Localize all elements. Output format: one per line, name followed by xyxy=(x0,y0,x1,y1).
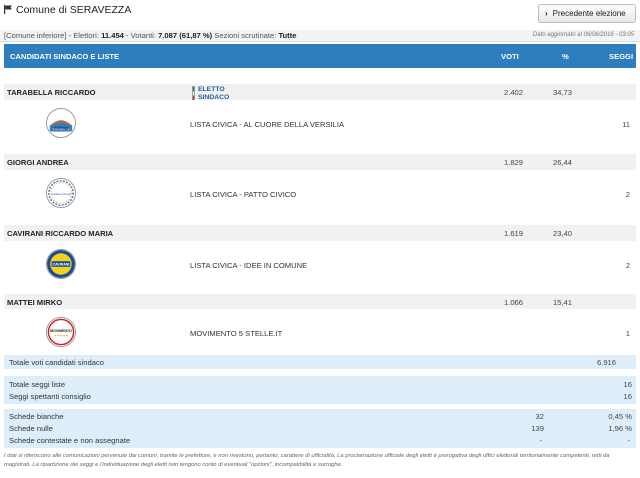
col-pct: % xyxy=(562,52,569,61)
voters-percent: (61,87 %) xyxy=(179,31,213,40)
candidate-row: TARABELLA RICCARDO ELETTO SINDACO 2.402 3… xyxy=(4,84,636,101)
col-votes: VOTI xyxy=(501,52,519,61)
update-timestamp: Dato aggiornato al 06/06/2016 - 03:05 xyxy=(532,32,634,38)
candidate-name: MATTEI MIRKO xyxy=(7,298,63,307)
page-title: Comune di SERAVEZZA xyxy=(16,4,132,16)
list-row: MOVIMENTO ★★★★★ MOVIMENTO 5 STELLE.IT 1 xyxy=(4,309,636,357)
candidate-row: CAVIRANI RICCARDO MARIA 1.619 23,40 xyxy=(4,225,636,242)
total-votes-label: Totale voti candidati sindaco xyxy=(9,358,104,367)
info-prefix: [Comune inferiore] - Elettori: xyxy=(4,31,102,40)
svg-text:★★★★★: ★★★★★ xyxy=(54,334,69,338)
list-name: LISTA CIVICA - AL CUORE DELLA VERSILIA xyxy=(190,120,345,129)
seats-totals-box: Totale seggi liste 16 Seggi spettanti co… xyxy=(4,376,636,404)
voters-label: - Votanti: xyxy=(123,31,159,40)
previous-election-button[interactable]: › Precedente elezione xyxy=(538,4,636,23)
italian-flag-icon xyxy=(192,86,195,101)
list-logo-text: Andrea Giorgi xyxy=(51,192,71,196)
list-logo-text: MOVIMENTO xyxy=(50,329,72,333)
list-row: CAVIRANI LISTA CIVICA - IDEE IN COMUNE 2 xyxy=(4,241,636,289)
list-name: MOVIMENTO 5 STELLE.IT xyxy=(190,329,283,338)
list-logo-text: TARABELLA xyxy=(53,127,70,131)
list-logo-text: CAVIRANI xyxy=(53,262,70,266)
blank-ballots-label: Schede bianche xyxy=(9,412,64,421)
ballots-box: Schede bianche 32 0,45 % Schede nulle 13… xyxy=(4,409,636,448)
flag-icon xyxy=(4,5,12,14)
contested-ballots-value: - xyxy=(539,436,542,445)
candidate-percent: 15,41 xyxy=(552,298,572,307)
blank-ballots-pct: 0,45 % xyxy=(608,412,632,421)
results-table-header: CANDIDATI SINDACO E LISTE VOTI % SEGGI xyxy=(4,44,636,68)
list-name: LISTA CIVICA - IDEE IN COMUNE xyxy=(190,261,308,270)
list-seats: 2 xyxy=(625,261,630,270)
list-row: TARABELLA LISTA CIVICA - AL CUORE DELLA … xyxy=(4,100,636,148)
list-logo: CAVIRANI xyxy=(46,249,76,279)
candidate-votes: 1.619 xyxy=(503,229,523,238)
candidate-name: GIORGI ANDREA xyxy=(7,158,69,167)
election-summary: [Comune inferiore] - Elettori: 11.454 - … xyxy=(4,31,296,40)
candidate-name: CAVIRANI RICCARDO MARIA xyxy=(7,229,114,238)
list-logo: TARABELLA xyxy=(46,108,76,138)
candidate-percent: 26,44 xyxy=(552,158,572,167)
previous-election-label: Precedente elezione xyxy=(552,9,626,18)
null-ballots-pct: 1,96 % xyxy=(608,424,632,433)
chevron-right-icon: › xyxy=(545,9,548,18)
title-bar: Comune di SERAVEZZA › Precedente elezion… xyxy=(0,0,640,28)
contested-ballots-label: Schede contestate e non assegnate xyxy=(9,436,131,445)
election-info-bar: [Comune inferiore] - Elettori: 11.454 - … xyxy=(0,30,640,42)
candidate-row: GIORGI ANDREA 1.829 26,44 xyxy=(4,154,636,171)
contested-ballots-pct: - xyxy=(627,436,630,445)
list-logo: Andrea Giorgi xyxy=(46,178,76,208)
total-seats-label: Totale seggi liste xyxy=(9,380,66,389)
candidate-votes: 2.402 xyxy=(503,88,523,97)
null-ballots-label: Schede nulle xyxy=(9,424,53,433)
candidate-votes: 1.066 xyxy=(503,298,523,307)
null-ballots-value: 139 xyxy=(531,424,544,433)
list-row: Andrea Giorgi LISTA CIVICA - PATTO CIVIC… xyxy=(4,170,636,218)
sections-label: Sezioni scrutinate: xyxy=(212,31,279,40)
electors-count: 11.454 xyxy=(101,31,124,40)
total-votes-value: 6.916 xyxy=(596,358,616,367)
list-logo: MOVIMENTO ★★★★★ xyxy=(46,317,76,347)
council-seats-value: 16 xyxy=(623,392,632,401)
elected-label: ELETTO xyxy=(198,86,225,93)
candidate-percent: 34,73 xyxy=(552,88,572,97)
list-seats: 1 xyxy=(625,329,630,338)
candidate-votes: 1.829 xyxy=(503,158,523,167)
list-seats: 11 xyxy=(622,120,630,129)
voters-count: 7.087 xyxy=(158,31,178,40)
total-votes-row: Totale voti candidati sindaco 6.916 xyxy=(4,355,636,369)
col-candidates: CANDIDATI SINDACO E LISTE xyxy=(10,52,120,61)
list-name: LISTA CIVICA - PATTO CIVICO xyxy=(190,190,297,199)
candidate-percent: 23,40 xyxy=(552,229,572,238)
disclaimer-footnote: I dati si riferiscono alle comunicazioni… xyxy=(4,453,610,468)
candidate-name: TARABELLA RICCARDO xyxy=(7,88,96,97)
sections-value: Tutte xyxy=(278,31,297,40)
blank-ballots-value: 32 xyxy=(535,412,544,421)
council-seats-label: Seggi spettanti consiglio xyxy=(9,392,91,401)
col-seats: SEGGI xyxy=(609,52,634,61)
total-seats-value: 16 xyxy=(623,380,632,389)
list-seats: 2 xyxy=(625,190,630,199)
